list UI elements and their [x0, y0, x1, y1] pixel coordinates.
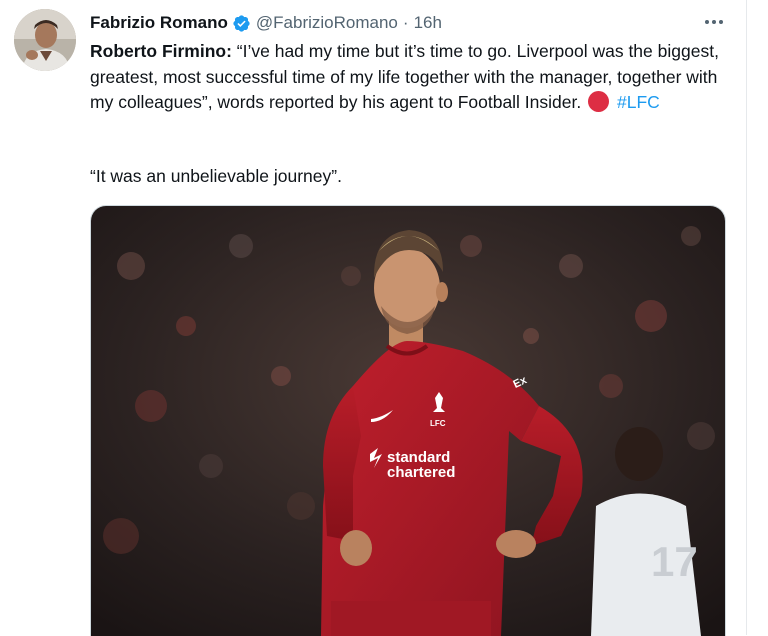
tweet-photo[interactable]: 17 LFC standard chartered Ex — [90, 205, 726, 636]
red-circle-icon — [588, 91, 610, 112]
tweet-quote-line: “It was an unbelievable journey”. — [90, 166, 342, 186]
avatar-image — [14, 9, 76, 71]
tweet-lead: Roberto Firmino: — [90, 41, 232, 61]
crest-text: LFC — [430, 419, 446, 428]
tweet-header: Fabrizio Romano @FabrizioRomano · 16h — [90, 11, 442, 35]
tweet-text: Roberto Firmino: “I’ve had my time but i… — [90, 39, 730, 116]
background-number: 17 — [651, 538, 698, 585]
author-name[interactable]: Fabrizio Romano — [90, 13, 228, 33]
author-handle[interactable]: @FabrizioRomano — [256, 13, 398, 33]
player-photo-image: 17 LFC standard chartered Ex — [91, 206, 725, 636]
tweet-timestamp[interactable]: 16h — [414, 13, 442, 33]
header-separator: · — [402, 13, 409, 32]
hashtag-link[interactable]: #LFC — [617, 92, 660, 112]
tweet-card[interactable]: Fabrizio Romano @FabrizioRomano · 16h Ro… — [0, 0, 747, 636]
verified-badge-icon — [232, 14, 251, 33]
sponsor-line-2: chartered — [387, 464, 455, 481]
avatar[interactable] — [14, 9, 76, 71]
more-horizontal-icon[interactable] — [700, 12, 728, 32]
